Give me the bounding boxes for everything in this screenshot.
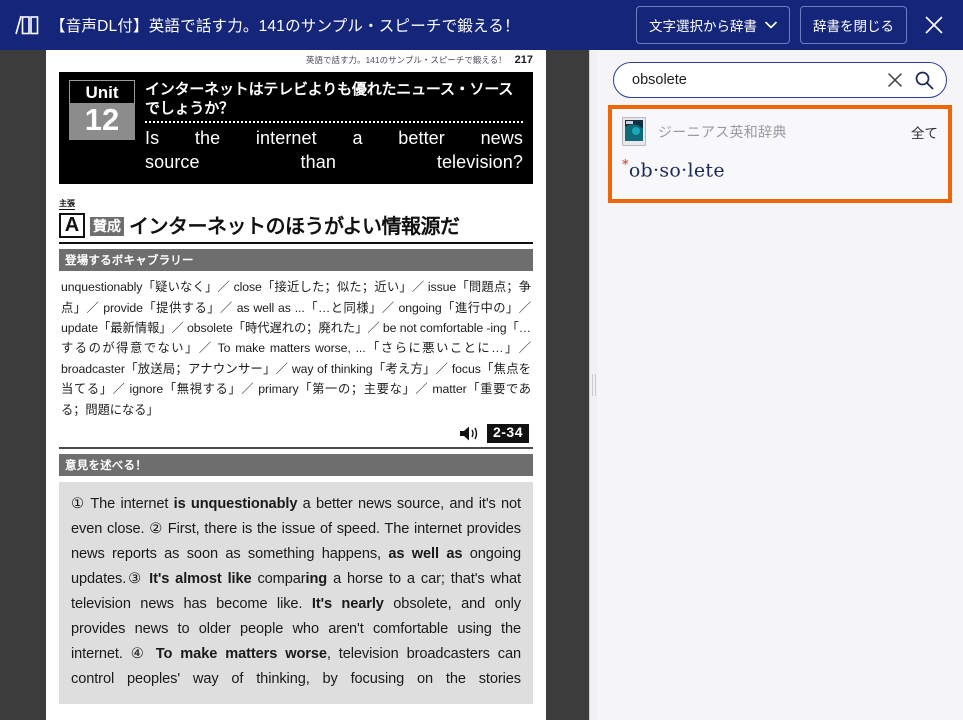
running-head-text: 英語で話す力。141のサンプル・スピーチで鍛える！ — [305, 55, 507, 65]
close-dictionary-button[interactable]: 辞書を閉じる — [800, 6, 907, 44]
dictionary-panel: ジーニアス英和辞典 全て *ob·so·lete — [597, 50, 963, 720]
vocabulary-text: unquestionably「疑いなく」／ close「接近した；似た；近い」／… — [61, 280, 531, 417]
audio-track-badge: 2-34 — [486, 424, 529, 443]
dictionary-source-row: ジーニアス英和辞典 全て — [622, 117, 938, 146]
drag-handle-icon — [595, 374, 596, 396]
book-logo-icon — [15, 15, 39, 35]
clear-icon[interactable] — [886, 71, 904, 89]
dotted-divider — [145, 121, 523, 124]
entry-marker: * — [622, 158, 629, 173]
dict-from-selection-label: 文字選択から辞書 — [649, 19, 757, 34]
claim-row: 主張 A 賛成 インターネットのほうがよい情報源だ — [59, 193, 533, 240]
dict-from-selection-button[interactable]: 文字選択から辞書 — [636, 6, 790, 44]
unit-label: Unit — [69, 80, 135, 104]
search-input[interactable] — [630, 71, 886, 89]
page-number: 217 — [514, 54, 533, 66]
close-dictionary-label: 辞書を閉じる — [813, 19, 894, 34]
dictionary-search-box[interactable] — [613, 62, 947, 98]
unit-title-jp: インターネットはテレビよりも優れたニュース・ソースでしょうか？ — [145, 81, 514, 118]
dictionary-source-name: ジーニアス英和辞典 — [658, 123, 787, 140]
chevron-down-icon — [765, 21, 777, 29]
dictionary-reader-app: 【音声DL付】英語で話す力。141のサンプル・スピーチで鍛える！ 文字選択から辞… — [0, 0, 963, 720]
claim-letter: A — [59, 213, 85, 239]
opinion-body-text[interactable]: ① The internet is unquestionably a bette… — [59, 481, 533, 705]
vocabulary-heading: 登場するボキャブラリー — [59, 249, 533, 272]
close-icon[interactable] — [923, 14, 945, 36]
claim-label: 主張 — [59, 199, 75, 211]
unit-number: 12 — [69, 103, 135, 140]
claim-underline — [59, 242, 533, 245]
book-page[interactable]: 英語で話す力。141のサンプル・スピーチで鍛える！ 217 Unit 12 イン… — [46, 50, 546, 720]
speaker-icon[interactable] — [459, 425, 481, 442]
page-title: 【音声DL付】英語で話す力。141のサンプル・スピーチで鍛える！ — [50, 18, 520, 35]
opinion-heading: 意見を述べる！ — [59, 453, 533, 476]
book-reader-area[interactable]: 英語で話す力。141のサンプル・スピーチで鍛える！ 217 Unit 12 イン… — [0, 50, 597, 720]
show-all-link[interactable]: 全て — [911, 122, 938, 142]
claim-badge: 主張 A — [59, 193, 85, 239]
drag-handle-icon — [592, 374, 593, 396]
unit-badge: Unit 12 — [69, 80, 135, 174]
unit-title-en-line1: Is the internet a better news — [145, 128, 523, 149]
running-head: 英語で話す力。141のサンプル・スピーチで鍛える！ 217 — [59, 54, 533, 70]
claim-tag: 賛成 — [90, 216, 124, 237]
dictionary-result-card[interactable]: ジーニアス英和辞典 全て *ob·so·lete — [608, 105, 952, 203]
entry-word-text: ob·so·lete — [628, 159, 725, 182]
app-header: 【音声DL付】英語で話す力。141のサンプル・スピーチで鍛える！ 文字選択から辞… — [0, 0, 963, 50]
dictionary-book-icon — [622, 117, 646, 146]
unit-title-en-line2: source than television? — [145, 151, 523, 172]
claim-text: インターネットのほうがよい情報源だ — [129, 216, 460, 239]
dictionary-entry-word[interactable]: *ob·so·lete — [622, 158, 938, 181]
unit-banner: Unit 12 インターネットはテレビよりも優れたニュース・ソースでしょうか？ … — [59, 72, 533, 185]
search-icon[interactable] — [914, 70, 934, 90]
audio-row[interactable]: 2-34 — [59, 424, 529, 443]
section-divider — [59, 446, 533, 449]
